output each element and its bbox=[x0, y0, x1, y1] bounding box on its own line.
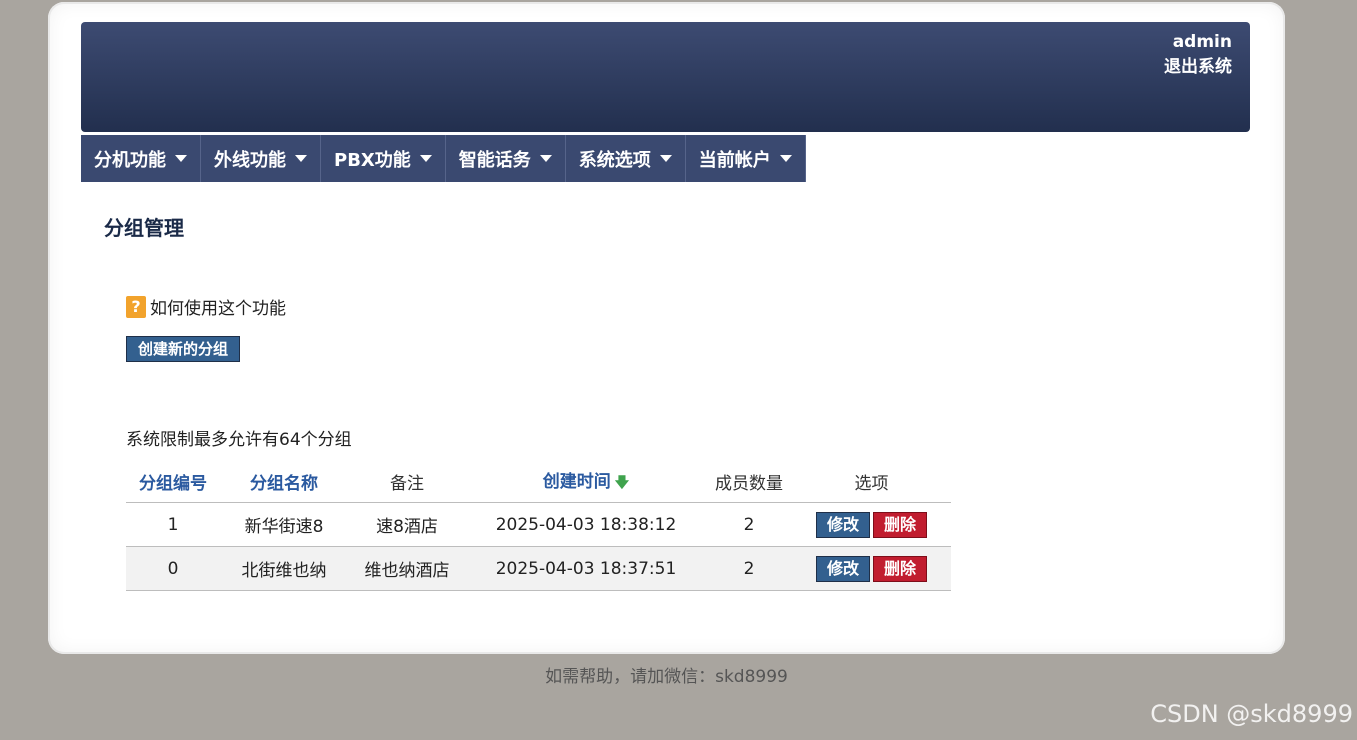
col-group-name[interactable]: 分组名称 bbox=[220, 460, 348, 503]
nav-smart-call[interactable]: 智能话务 bbox=[446, 135, 566, 182]
caret-down-icon bbox=[175, 155, 187, 162]
edit-button[interactable]: 修改 bbox=[815, 511, 870, 538]
groups-table: 分组编号 分组名称 备注 创建时间 🡇 成员数量 选项 1 新华街速8 速8酒店 … bbox=[126, 460, 951, 591]
edit-button[interactable]: 修改 bbox=[815, 555, 870, 582]
nav-item-label: 外线功能 bbox=[214, 149, 286, 171]
nav-item-label: 分机功能 bbox=[94, 149, 166, 171]
nav-item-label: 智能话务 bbox=[458, 149, 531, 171]
delete-button[interactable]: 删除 bbox=[873, 555, 928, 582]
watermark: CSDN @skd8999 bbox=[1150, 700, 1353, 728]
cell-created-time: 2025-04-03 18:37:51 bbox=[466, 546, 706, 591]
table-header-row: 分组编号 分组名称 备注 创建时间 🡇 成员数量 选项 bbox=[126, 460, 951, 503]
username-link[interactable]: admin bbox=[1164, 30, 1232, 55]
main-frame: admin 退出系统 分机功能 外线功能 PBX功能 智能话务 系统选项 当前帐… bbox=[48, 2, 1285, 654]
cell-member-count: 2 bbox=[706, 546, 792, 591]
nav-item-label: 系统选项 bbox=[578, 149, 651, 171]
limit-notice: 系统限制最多允许有64个分组 bbox=[126, 430, 352, 450]
cell-note: 速8酒店 bbox=[348, 502, 466, 547]
nav-system-options[interactable]: 系统选项 bbox=[566, 135, 686, 182]
cell-member-count: 2 bbox=[706, 502, 792, 547]
header-banner: admin 退出系统 bbox=[81, 22, 1250, 132]
caret-down-icon bbox=[539, 155, 552, 162]
cell-options: 修改 删除 bbox=[792, 546, 951, 591]
col-group-id[interactable]: 分组编号 bbox=[126, 460, 220, 503]
caret-down-icon bbox=[659, 155, 672, 162]
nav-item-label: PBX功能 bbox=[334, 149, 411, 171]
delete-button[interactable]: 删除 bbox=[873, 511, 928, 538]
caret-down-icon bbox=[295, 155, 307, 162]
nav-trunk[interactable]: 外线功能 bbox=[201, 135, 321, 182]
help-text: 如何使用这个功能 bbox=[150, 299, 286, 319]
cell-group-id: 1 bbox=[126, 502, 220, 547]
logout-link[interactable]: 退出系统 bbox=[1164, 55, 1232, 80]
table-row: 1 新华街速8 速8酒店 2025-04-03 18:38:12 2 修改 删除 bbox=[126, 502, 951, 547]
question-icon: ? bbox=[126, 295, 146, 318]
nav-current-account[interactable]: 当前帐户 bbox=[686, 135, 806, 182]
cell-group-name: 北街维也纳 bbox=[220, 546, 348, 591]
main-nav: 分机功能 外线功能 PBX功能 智能话务 系统选项 当前帐户 bbox=[81, 135, 806, 182]
user-block: admin 退出系统 bbox=[1164, 30, 1232, 80]
create-group-button[interactable]: 创建新的分组 bbox=[126, 336, 241, 362]
cell-created-time: 2025-04-03 18:38:12 bbox=[466, 502, 706, 547]
nav-extension[interactable]: 分机功能 bbox=[81, 135, 201, 182]
col-member-count: 成员数量 bbox=[706, 460, 792, 503]
caret-down-icon bbox=[779, 155, 792, 162]
sort-down-arrow-icon: 🡇 bbox=[614, 474, 630, 491]
table-row: 0 北街维也纳 维也纳酒店 2025-04-03 18:37:51 2 修改 删除 bbox=[126, 546, 951, 591]
nav-pbx[interactable]: PBX功能 bbox=[321, 135, 446, 182]
help-link[interactable]: ? 如何使用这个功能 bbox=[126, 294, 286, 319]
cell-group-id: 0 bbox=[126, 546, 220, 591]
col-created-time[interactable]: 创建时间 🡇 bbox=[466, 460, 706, 503]
footer-help-text: 如需帮助，请加微信：skd8999 bbox=[545, 667, 788, 687]
caret-down-icon bbox=[419, 155, 432, 162]
page-title: 分组管理 bbox=[104, 216, 184, 240]
nav-item-label: 当前帐户 bbox=[698, 149, 771, 171]
cell-options: 修改 删除 bbox=[792, 502, 951, 547]
cell-group-name: 新华街速8 bbox=[220, 502, 348, 547]
col-options: 选项 bbox=[792, 460, 951, 503]
col-note: 备注 bbox=[348, 460, 466, 503]
cell-note: 维也纳酒店 bbox=[348, 546, 466, 591]
